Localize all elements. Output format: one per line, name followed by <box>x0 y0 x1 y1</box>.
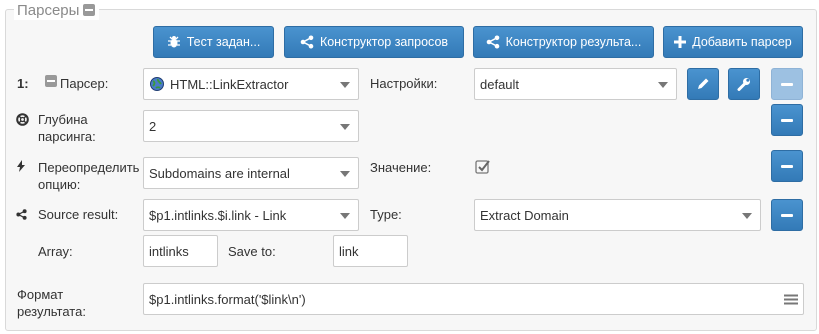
override-label-line1: Переопределить <box>38 160 140 175</box>
chevron-down-icon <box>658 82 668 88</box>
chevron-down-icon <box>742 213 752 219</box>
source-result-label: Source result: <box>38 207 119 222</box>
settings-value: default <box>480 76 520 92</box>
share-icon <box>486 35 499 49</box>
minus-icon <box>781 118 793 122</box>
remove-override-button[interactable] <box>771 150 803 182</box>
array-label: Array: <box>38 244 73 259</box>
override-select[interactable]: Subdomains are internal <box>143 157 359 189</box>
edit-settings-button[interactable] <box>687 68 719 100</box>
minus-icon <box>781 213 793 217</box>
test-task-button[interactable]: Тест задан... <box>153 26 274 58</box>
plus-icon <box>674 36 687 48</box>
share-icon <box>300 35 314 49</box>
result-builder-label: Конструктор результа... <box>505 35 642 49</box>
depth-label-line2: парсинга: <box>38 129 96 144</box>
parser-index: 1: <box>17 76 29 91</box>
save-to-label: Save to: <box>228 244 276 259</box>
override-label-line2: опцию: <box>38 177 81 192</box>
value-label: Значение: <box>370 160 432 175</box>
source-result-select[interactable]: $p1.intlinks.$i.link - Link <box>143 199 359 231</box>
menu-icon[interactable] <box>784 294 798 305</box>
lifebuoy-icon <box>16 113 29 126</box>
source-result-value: $p1.intlinks.$i.link - Link <box>149 207 287 223</box>
globe-icon <box>150 77 164 91</box>
settings-select[interactable]: default <box>474 68 677 100</box>
panel-title: Парсеры <box>17 1 80 19</box>
parser-value: HTML::LinkExtractor <box>170 76 289 92</box>
minus-icon <box>781 82 793 86</box>
depth-value: 2 <box>149 118 157 134</box>
chevron-down-icon <box>340 82 350 88</box>
parser-label: Парсер: <box>60 76 109 91</box>
result-builder-button[interactable]: Конструктор результа... <box>473 26 654 58</box>
checkbox-checked-icon[interactable] <box>475 159 491 175</box>
remove-depth-button[interactable] <box>771 104 803 136</box>
settings-label: Настройки: <box>370 76 438 91</box>
type-select[interactable]: Extract Domain <box>474 199 761 231</box>
save-to-value: link <box>339 243 359 259</box>
add-parser-button[interactable]: Добавить парсер <box>663 26 803 58</box>
collapse-parser-icon[interactable] <box>45 75 57 87</box>
format-label-line1: Формат <box>17 287 64 302</box>
test-task-label: Тест задан... <box>186 35 261 49</box>
chevron-down-icon <box>340 124 350 130</box>
depth-select[interactable]: 2 <box>143 110 359 142</box>
save-to-input[interactable]: link <box>333 235 408 267</box>
query-builder-label: Конструктор запросов <box>319 35 449 49</box>
minus-icon <box>781 164 793 168</box>
type-label: Type: <box>370 207 402 222</box>
share-icon <box>16 209 27 220</box>
array-input[interactable]: intlinks <box>143 235 218 267</box>
format-value: $p1.intlinks.format('$link\n') <box>149 291 306 307</box>
type-value: Extract Domain <box>480 207 569 223</box>
query-builder-button[interactable]: Конструктор запросов <box>284 26 464 58</box>
wrench-icon <box>737 78 750 91</box>
pencil-icon <box>698 78 709 89</box>
override-value: Subdomains are internal <box>149 165 290 181</box>
panel-legend: Парсеры <box>14 0 100 20</box>
array-value: intlinks <box>149 243 189 259</box>
remove-parser-button[interactable] <box>771 68 803 100</box>
format-input[interactable]: $p1.intlinks.format('$link\n') <box>143 283 804 315</box>
lightning-icon <box>17 160 25 172</box>
chevron-down-icon <box>340 213 350 219</box>
depth-label-line1: Глубина <box>38 112 88 127</box>
remove-source-button[interactable] <box>771 199 803 231</box>
add-parser-label: Добавить парсер <box>692 35 792 49</box>
configure-button[interactable] <box>728 68 760 100</box>
chevron-down-icon <box>340 171 350 177</box>
bug-icon <box>167 36 180 48</box>
collapse-icon[interactable] <box>83 4 96 16</box>
parser-select[interactable]: HTML::LinkExtractor <box>143 68 359 100</box>
format-label-line2: результата: <box>17 304 86 319</box>
